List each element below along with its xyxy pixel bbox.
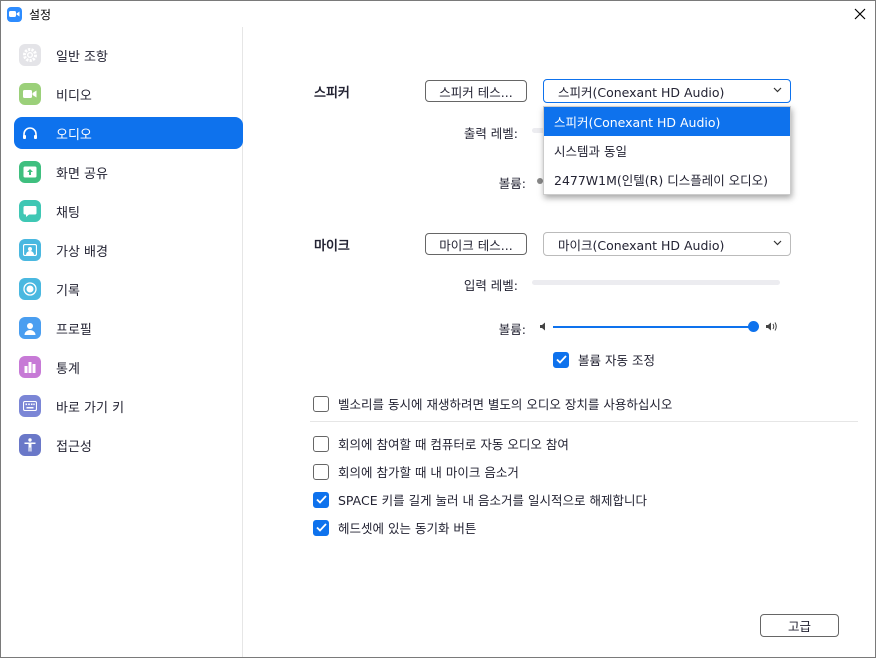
checkbox-unchecked — [313, 435, 329, 452]
mic-volume-label: 볼륨: — [498, 322, 526, 337]
auto-adjust-volume-checkbox[interactable]: 볼륨 자동 조정 — [553, 350, 655, 369]
checkbox-checked — [313, 519, 329, 536]
checkbox-unchecked — [313, 395, 329, 412]
input-level-meter — [532, 280, 780, 285]
dropdown-option-same-as-system[interactable]: 시스템과 동일 — [544, 136, 790, 165]
record-icon — [19, 278, 41, 300]
speaker-volume-label: 볼륨: — [498, 176, 526, 191]
share-screen-icon — [19, 161, 41, 183]
profile-icon — [19, 317, 41, 339]
dropdown-option-intel-display-audio[interactable]: 2477W1M(인텔(R) 디스플레이 오디오) — [544, 165, 790, 194]
speaker-high-icon — [766, 322, 777, 331]
statistics-icon — [19, 356, 41, 378]
chat-bubble-icon — [19, 200, 41, 222]
sidebar-item-profile[interactable]: 프로필 — [14, 312, 243, 344]
sidebar-item-accessibility[interactable]: 접근성 — [14, 429, 243, 461]
mic-device-select[interactable]: 마이크(Conexant HD Audio) — [543, 232, 791, 256]
chevron-down-icon — [773, 240, 782, 246]
gear-icon — [19, 44, 41, 66]
sidebar-item-general[interactable]: 일반 조항 — [14, 39, 243, 71]
sidebar-item-virtual-background[interactable]: 가상 배경 — [14, 234, 243, 266]
virtual-background-icon — [19, 239, 41, 261]
sidebar-item-share-screen[interactable]: 화면 공유 — [14, 156, 243, 188]
checkmark-icon — [315, 523, 327, 532]
advanced-button[interactable]: 고급 — [760, 614, 839, 637]
auto-join-audio-checkbox[interactable]: 회의에 참여할 때 컴퓨터로 자동 오디오 참여 — [313, 434, 569, 453]
sidebar-item-shortcuts[interactable]: 바로 가기 키 — [14, 390, 243, 422]
test-speaker-button[interactable]: 스피커 테스... — [425, 80, 527, 102]
zoom-app-icon — [7, 6, 22, 22]
dropdown-option-speaker-conexant[interactable]: 스피커(Conexant HD Audio) — [544, 107, 790, 136]
sidebar: 일반 조항 비디오 오디오 화면 공유 채팅 가상 배경 기록 프로필 통계 바… — [1, 27, 243, 657]
speaker-low-icon — [540, 322, 545, 331]
mic-volume-slider[interactable] — [553, 326, 753, 328]
output-level-label: 출력 레벨: — [463, 126, 518, 141]
speaker-section-label: 스피커 — [314, 86, 350, 101]
settings-window: 설정 일반 조항 비디오 오디오 화면 공유 채팅 가상 배경 기록 프로필 통… — [0, 0, 876, 658]
checkmark-icon — [315, 495, 327, 504]
headset-sync-button-checkbox[interactable]: 헤드셋에 있는 동기화 버튼 — [313, 518, 476, 537]
sidebar-item-audio[interactable]: 오디오 — [14, 117, 243, 149]
checkbox-checked — [313, 491, 329, 508]
sidebar-item-chat[interactable]: 채팅 — [14, 195, 243, 227]
window-title: 설정 — [29, 7, 52, 22]
space-key-unmute-checkbox[interactable]: SPACE 키를 길게 눌러 내 음소거를 일시적으로 해제합니다 — [313, 490, 647, 509]
chevron-down-icon — [773, 87, 782, 93]
checkmark-icon — [555, 355, 567, 364]
video-camera-icon — [19, 83, 41, 105]
sidebar-item-video[interactable]: 비디오 — [14, 78, 243, 110]
speaker-device-value: 스피커(Conexant HD Audio) — [558, 84, 725, 100]
audio-settings-panel: 스피커 스피커 테스... 스피커(Conexant HD Audio) 출력 … — [244, 27, 875, 657]
keyboard-icon — [19, 395, 41, 417]
mic-device-value: 마이크(Conexant HD Audio) — [558, 237, 725, 253]
mute-mic-on-join-checkbox[interactable]: 회의에 참가할 때 내 마이크 음소거 — [313, 462, 519, 481]
sidebar-item-statistics[interactable]: 통계 — [14, 351, 243, 383]
mic-section-label: 마이크 — [314, 239, 350, 254]
close-button[interactable] — [845, 1, 875, 27]
section-divider — [310, 421, 858, 422]
checkbox-checked — [553, 351, 569, 368]
speaker-device-select[interactable]: 스피커(Conexant HD Audio) — [543, 79, 791, 103]
headphones-icon — [19, 122, 41, 144]
ring-separate-device-checkbox[interactable]: 벨소리를 동시에 재생하려면 별도의 오디오 장치를 사용하십시오 — [313, 394, 672, 413]
speaker-device-dropdown: 스피커(Conexant HD Audio) 시스템과 동일 2477W1M(인… — [543, 106, 791, 195]
checkbox-unchecked — [313, 463, 329, 480]
title-bar: 설정 — [1, 1, 875, 27]
sidebar-item-record[interactable]: 기록 — [14, 273, 243, 305]
close-icon — [854, 8, 866, 20]
input-level-label: 입력 레벨: — [463, 278, 518, 293]
accessibility-icon — [19, 434, 41, 456]
mic-volume-slider-knob[interactable] — [748, 321, 759, 332]
test-mic-button[interactable]: 마이크 테스... — [425, 233, 527, 255]
